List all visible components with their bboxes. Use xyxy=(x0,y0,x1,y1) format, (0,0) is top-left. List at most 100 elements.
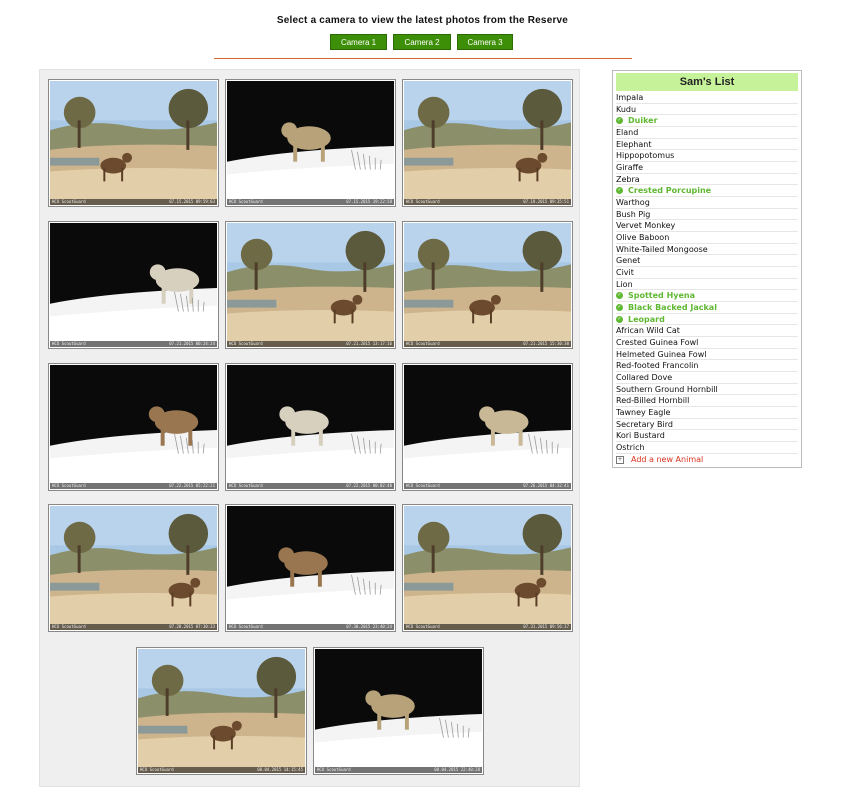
animal-item-kori-bustard[interactable]: Kori Bustard xyxy=(616,430,798,443)
animal-item-leopard[interactable]: ✓ Leopard xyxy=(616,314,798,326)
sams-list-panel: Sam's List Impala Kudu ✓ Duiker Eland Elephan… xyxy=(612,70,802,468)
camera-3-button[interactable]: Camera 3 xyxy=(457,34,513,50)
photo-timestamp: 07.19.2015 09:35:51 xyxy=(523,199,569,204)
animal-item-kudu[interactable]: Kudu xyxy=(616,104,798,116)
photo-brand: HCO ScoutGuard xyxy=(229,341,263,346)
animal-item-red-billed-hornbill[interactable]: Red-Billed Hornbill xyxy=(616,395,798,408)
animal-item-zebra[interactable]: Zebra xyxy=(616,174,798,186)
photo-timestamp-bar: HCO ScoutGuard 08.04.2015 22:40:28 xyxy=(315,767,482,773)
photo-timestamp-bar: HCO ScoutGuard 07.15.2015 09:59:03 xyxy=(50,199,217,205)
photo-image: HCO ScoutGuard 07.19.2015 09:35:51 xyxy=(404,81,571,205)
check-circle-icon: ✓ xyxy=(616,117,623,125)
animal-name: White-Tailed Mongoose xyxy=(616,244,708,254)
photo-timestamp: 07.15.2015 19:22:58 xyxy=(346,199,392,204)
animal-item-spotted-hyena[interactable]: ✓ Spotted Hyena xyxy=(616,290,798,303)
check-circle-icon: ✓ xyxy=(616,315,623,323)
camera-photo-landscape[interactable]: HCO ScoutGuard 07.21.2015 13:17:16 xyxy=(225,221,396,349)
animal-name: Tawney Eagle xyxy=(616,407,671,417)
animal-name: Southern Ground Hornbill xyxy=(616,384,718,394)
animal-item-elephant[interactable]: Elephant xyxy=(616,139,798,151)
animal-item-warthog[interactable]: Warthog xyxy=(616,197,798,209)
animal-name: Impala xyxy=(616,92,644,102)
check-circle-icon: ✓ xyxy=(616,187,623,195)
page-heading: Select a camera to view the latest photo… xyxy=(276,15,569,26)
animal-name: African Wild Cat xyxy=(616,326,680,336)
animal-item-crested-guinea-fowl[interactable]: Crested Guinea Fowl xyxy=(616,337,798,349)
animal-name: Warthog xyxy=(616,197,650,207)
animal-name: Elephant xyxy=(616,139,652,149)
animal-item-impala[interactable]: Impala xyxy=(616,92,798,104)
camera-photo-spotted-hyena[interactable]: HCO ScoutGuard 07.22.2015 00:02:40 xyxy=(225,363,396,491)
photo-image: HCO ScoutGuard 07.22.2015 05:22:21 xyxy=(50,365,217,489)
camera-photo-spotted-hyena[interactable]: HCO ScoutGuard 07.15.2015 19:22:58 xyxy=(225,79,396,207)
animal-name: Bush Pig xyxy=(616,209,651,219)
add-animal-link[interactable]: + Add a new Animal xyxy=(616,454,798,466)
camera-photo-civit[interactable]: HCO ScoutGuard 07.30.2015 23:40:24 xyxy=(225,504,396,632)
animal-item-southern-ground-hornbill[interactable]: Southern Ground Hornbill xyxy=(616,384,798,396)
animal-name: Lion xyxy=(616,279,633,289)
animal-item-ostrich[interactable]: Ostrich xyxy=(616,442,798,454)
photo-brand: HCO ScoutGuard xyxy=(140,767,174,772)
animal-item-bush-pig[interactable]: Bush Pig xyxy=(616,209,798,221)
photo-timestamp-bar: HCO ScoutGuard 07.22.2015 00:02:40 xyxy=(227,483,394,489)
camera-photo-helmeted-guinea-fowl[interactable]: HCO ScoutGuard 07.15.2015 09:59:03 xyxy=(48,79,219,207)
photo-timestamp: 07.21.2015 00:24:24 xyxy=(169,341,215,346)
animal-item-civit[interactable]: Civit xyxy=(616,267,798,279)
animal-item-eland[interactable]: Eland xyxy=(616,127,798,139)
animal-item-helmeted-guinea-fowl[interactable]: Helmeted Guinea Fowl xyxy=(616,349,798,361)
animal-item-crested-porcupine[interactable]: ✓ Crested Porcupine xyxy=(616,185,798,198)
animal-name: Ostrich xyxy=(616,443,645,452)
animal-item-duiker[interactable]: ✓ Duiker xyxy=(616,115,798,128)
photo-timestamp-bar: HCO ScoutGuard 07.26.2015 04:32:41 xyxy=(404,483,571,489)
photo-gallery: HCO ScoutGuard 07.15.2015 09:59:03 HCO Sco… xyxy=(39,69,580,787)
animal-item-vervet-monkey[interactable]: Vervet Monkey xyxy=(616,220,798,233)
animal-item-tawney-eagle[interactable]: Tawney Eagle xyxy=(616,407,798,419)
photo-image: HCO ScoutGuard 07.15.2015 09:59:03 xyxy=(50,81,217,205)
animal-item-hippopotomus[interactable]: Hippopotomus xyxy=(616,150,798,163)
animal-item-african-wild-cat[interactable]: African Wild Cat xyxy=(616,325,798,338)
photo-image: HCO ScoutGuard 07.28.2015 07:30:33 xyxy=(50,506,217,630)
camera-photo-kudu[interactable]: HCO ScoutGuard 07.31.2015 09:56:37 xyxy=(402,504,573,632)
photo-timestamp-bar: HCO ScoutGuard 07.19.2015 09:35:51 xyxy=(404,199,571,205)
camera-photo-vervet-monkey[interactable]: HCO ScoutGuard 08.04.2015 14:15:45 xyxy=(136,647,307,775)
animal-name: Vervet Monkey xyxy=(616,221,676,231)
photo-timestamp: 07.21.2015 15:30:30 xyxy=(523,341,569,346)
animal-name: Crested Guinea Fowl xyxy=(616,337,699,347)
photo-timestamp: 07.31.2015 09:56:37 xyxy=(523,624,569,629)
photo-image: HCO ScoutGuard 07.21.2015 00:24:24 xyxy=(50,223,217,347)
animal-item-red-footed-francolin[interactable]: Red-footed Francolin xyxy=(616,360,798,373)
photo-brand: HCO ScoutGuard xyxy=(229,199,263,204)
animal-name: Leopard xyxy=(628,314,665,324)
camera-photo-warthog[interactable]: HCO ScoutGuard 07.21.2015 00:24:24 xyxy=(48,221,219,349)
animal-name: Eland xyxy=(616,127,639,137)
photo-image: HCO ScoutGuard 07.15.2015 19:22:58 xyxy=(227,81,394,205)
photo-brand: HCO ScoutGuard xyxy=(52,624,86,629)
animal-item-lion[interactable]: Lion xyxy=(616,279,798,291)
animal-item-collared-dove[interactable]: Collared Dove xyxy=(616,372,798,384)
photo-timestamp-bar: HCO ScoutGuard 07.22.2015 05:22:21 xyxy=(50,483,217,489)
animal-item-white-tailed-mongoose[interactable]: White-Tailed Mongoose xyxy=(616,244,798,256)
camera-photo-crested-porcupine[interactable]: HCO ScoutGuard 07.26.2015 04:32:41 xyxy=(402,363,573,491)
photo-timestamp: 07.22.2015 00:02:40 xyxy=(346,483,392,488)
photo-timestamp-bar: HCO ScoutGuard 07.21.2015 00:24:24 xyxy=(50,341,217,347)
camera-photo-red-footed-francolin[interactable]: HCO ScoutGuard 07.28.2015 07:30:33 xyxy=(48,504,219,632)
camera-2-button[interactable]: Camera 2 xyxy=(393,34,451,50)
animal-item-secretary-bird[interactable]: Secretary Bird xyxy=(616,419,798,431)
camera-1-button[interactable]: Camera 1 xyxy=(330,34,387,50)
camera-photo-elephant[interactable]: HCO ScoutGuard 07.21.2015 15:30:30 xyxy=(402,221,573,349)
animal-item-black-backed-jackal[interactable]: ✓ Black Backed Jackal xyxy=(616,302,798,314)
animal-name: Giraffe xyxy=(616,162,644,172)
camera-photo-black-backed-jackal[interactable]: HCO ScoutGuard 07.22.2015 05:22:21 xyxy=(48,363,219,491)
animal-name: Hippopotomus xyxy=(616,151,675,161)
animal-item-olive-baboon[interactable]: Olive Baboon xyxy=(616,232,798,244)
photo-timestamp: 07.21.2015 13:17:16 xyxy=(346,341,392,346)
camera-photo-leopard[interactable]: HCO ScoutGuard 08.04.2015 22:40:28 xyxy=(313,647,484,775)
photo-image: HCO ScoutGuard 08.04.2015 14:15:45 xyxy=(138,649,305,773)
photo-image: HCO ScoutGuard 07.21.2015 13:17:16 xyxy=(227,223,394,347)
animal-name: Collared Dove xyxy=(616,372,673,382)
animal-name: Red-footed Francolin xyxy=(616,361,699,371)
animal-item-genet[interactable]: Genet xyxy=(616,255,798,268)
animal-item-giraffe[interactable]: Giraffe xyxy=(616,162,798,174)
camera-photo-duiker[interactable]: HCO ScoutGuard 07.19.2015 09:35:51 xyxy=(402,79,573,207)
photo-timestamp-bar: HCO ScoutGuard 07.28.2015 07:30:33 xyxy=(50,624,217,630)
